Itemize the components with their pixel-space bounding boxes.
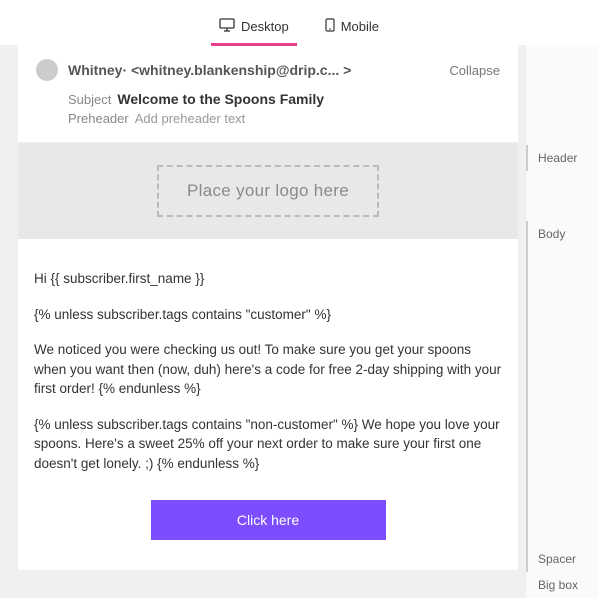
desktop-icon [219,18,235,35]
sender-info[interactable]: Whitney· <whitney.blankenship@drip.c... … [68,62,439,78]
tab-desktop-label: Desktop [241,19,289,34]
editor-column: Whitney· <whitney.blankenship@drip.c... … [0,45,526,598]
cta-button[interactable]: Click here [151,500,386,540]
side-panel: Header Body Spacer Big box [526,45,598,598]
email-body[interactable]: Hi {{ subscriber.first_name }} {% unless… [18,239,518,570]
tab-mobile-label: Mobile [341,19,379,34]
tab-desktop[interactable]: Desktop [211,12,297,45]
email-header: Whitney· <whitney.blankenship@drip.c... … [18,45,518,143]
mobile-icon [325,18,335,35]
body-paragraph: {% unless subscriber.tags contains "cust… [34,305,502,325]
body-paragraph: {% unless subscriber.tags contains "non-… [34,415,502,474]
section-label-spacer[interactable]: Spacer [526,546,598,572]
tab-mobile[interactable]: Mobile [317,12,387,45]
section-label-bigbox[interactable]: Big box [526,572,598,598]
body-paragraph: Hi {{ subscriber.first_name }} [34,269,502,289]
collapse-button[interactable]: Collapse [449,63,500,78]
preheader-placeholder[interactable]: Add preheader text [135,111,246,126]
main-area: Whitney· <whitney.blankenship@drip.c... … [0,45,598,598]
logo-section: Place your logo here [18,143,518,239]
section-label-body[interactable]: Body [526,221,598,546]
preheader-label: Preheader [68,111,129,126]
cta-wrap: Click here [34,500,502,540]
logo-dropzone[interactable]: Place your logo here [157,165,379,217]
section-label-header[interactable]: Header [526,145,598,171]
subject-value[interactable]: Welcome to the Spoons Family [117,91,324,107]
view-tabs: Desktop Mobile [0,0,598,45]
body-paragraph: We noticed you were checking us out! To … [34,340,502,399]
subject-label: Subject [68,92,111,107]
avatar [36,59,58,81]
